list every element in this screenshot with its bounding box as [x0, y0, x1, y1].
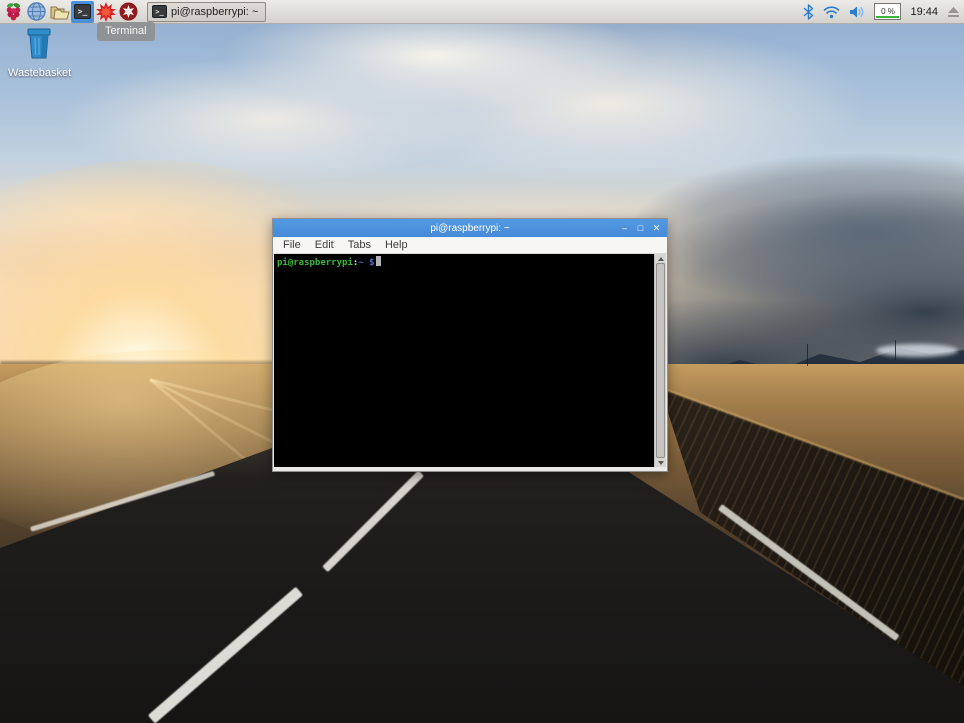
menu-button[interactable] — [2, 1, 25, 23]
raspberry-icon — [4, 2, 23, 22]
terminal-cursor — [376, 256, 381, 266]
close-button[interactable]: ✕ — [652, 224, 661, 233]
prompt-user-host: pi@raspberrypi — [277, 258, 353, 268]
globe-icon — [27, 2, 46, 21]
menu-help[interactable]: Help — [378, 239, 415, 251]
terminal-scrollbar[interactable] — [654, 254, 666, 467]
wallpaper-pole — [895, 340, 896, 360]
tooltip: Terminal — [97, 22, 155, 41]
wallpaper-snow-patch — [876, 344, 958, 357]
window-controls: – □ ✕ — [620, 224, 667, 233]
scrollbar-thumb[interactable] — [656, 263, 665, 458]
mathematica-icon — [96, 2, 116, 22]
scrollbar-up-arrow[interactable] — [655, 254, 666, 263]
wallpaper-pole — [807, 344, 808, 366]
bluetooth-icon[interactable] — [803, 4, 814, 20]
menubar: File Edit Tabs Help — [273, 237, 667, 254]
terminal-icon: >_ — [74, 4, 91, 19]
wifi-icon[interactable] — [823, 5, 840, 19]
web-browser-button[interactable] — [25, 1, 48, 23]
mathematica-button[interactable] — [94, 1, 117, 23]
terminal-body: pi@raspberrypi:~ $ — [273, 254, 667, 471]
cpu-activity-bar — [876, 16, 899, 18]
terminal-icon-glyph: >_ — [155, 8, 163, 16]
menu-file[interactable]: File — [276, 239, 308, 251]
volume-icon[interactable] — [849, 5, 865, 19]
minimize-button[interactable]: – — [620, 224, 629, 233]
desktop-icon-wastebasket[interactable]: Wastebasket — [8, 26, 70, 79]
cpu-monitor[interactable]: 0 % — [874, 3, 901, 20]
maximize-button[interactable]: □ — [636, 224, 645, 233]
terminal-window: pi@raspberrypi: ~ – □ ✕ File Edit Tabs H… — [272, 218, 668, 472]
folder-icon — [49, 3, 70, 21]
desktop: >_ >_ pi@raspberrypi: ~ — [0, 0, 964, 723]
terminal-screen[interactable]: pi@raspberrypi:~ $ — [274, 254, 654, 467]
file-manager-button[interactable] — [48, 1, 71, 23]
cpu-usage-label: 0 % — [881, 7, 895, 16]
wolfram-button[interactable] — [117, 1, 140, 23]
taskbar-window-button-terminal[interactable]: >_ pi@raspberrypi: ~ — [147, 2, 266, 22]
eject-icon[interactable] — [947, 6, 960, 18]
wastebasket-icon — [23, 26, 55, 60]
scrollbar-down-arrow[interactable] — [655, 458, 666, 467]
wastebasket-label: Wastebasket — [8, 67, 70, 79]
terminal-icon: >_ — [152, 5, 167, 18]
taskbar-window-button-label: pi@raspberrypi: ~ — [171, 6, 258, 18]
prompt-symbol: $ — [364, 258, 375, 268]
wolfram-icon — [119, 2, 138, 21]
terminal-launcher-button[interactable]: >_ — [71, 1, 94, 23]
system-tray: 0 % 19:44 — [803, 3, 964, 20]
menu-tabs[interactable]: Tabs — [341, 239, 378, 251]
terminal-icon-glyph: >_ — [78, 7, 88, 16]
titlebar[interactable]: pi@raspberrypi: ~ – □ ✕ — [273, 219, 667, 237]
window-title: pi@raspberrypi: ~ — [273, 223, 667, 234]
clock[interactable]: 19:44 — [910, 6, 938, 18]
menu-edit[interactable]: Edit — [308, 239, 341, 251]
taskbar: >_ >_ pi@raspberrypi: ~ — [0, 0, 964, 24]
